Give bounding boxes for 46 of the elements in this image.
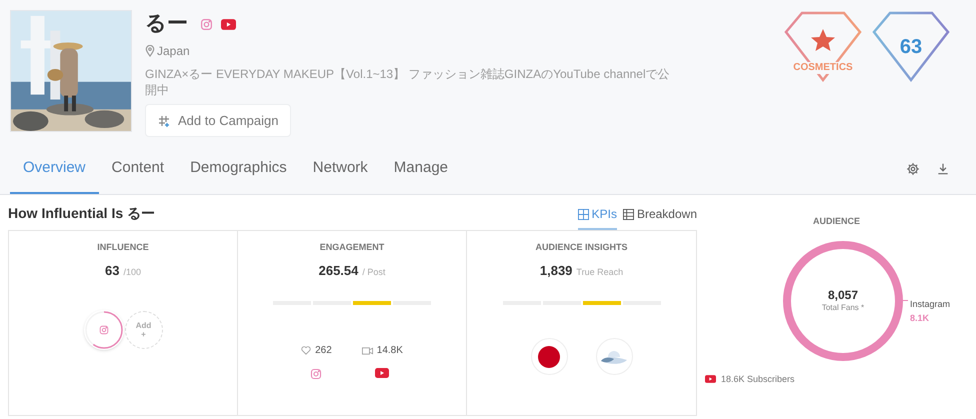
score-unit: /100 bbox=[123, 266, 141, 278]
grid-icon bbox=[578, 208, 589, 220]
nav-tab[interactable]: Manage bbox=[380, 144, 462, 194]
view-toggle[interactable]: KPIs bbox=[578, 205, 617, 230]
total-fans-label: Total Fans * bbox=[822, 302, 864, 314]
card-title: INFLUENCE bbox=[97, 241, 149, 254]
nav-tab[interactable]: Demographics bbox=[177, 144, 300, 194]
subscribers-count: 18.6K Subscribers bbox=[721, 372, 795, 386]
stat-value: 262 bbox=[315, 344, 332, 358]
badge-label: COSMETICS bbox=[791, 62, 855, 74]
youtube-icon bbox=[221, 18, 236, 30]
nav-tab[interactable]: Content bbox=[98, 144, 178, 194]
card-title: AUDIENCE bbox=[812, 215, 860, 228]
hashtag-plus-icon bbox=[158, 114, 170, 126]
section-title: How Influential Is るー bbox=[8, 204, 156, 223]
stat-value: 14.8K bbox=[376, 344, 403, 358]
value-unit: True Reach bbox=[576, 266, 624, 278]
score-value: 63 bbox=[898, 35, 924, 60]
reach-value: 1,839 bbox=[540, 262, 572, 280]
card-title: ENGAGEMENT bbox=[320, 241, 384, 254]
japan-flag-icon bbox=[538, 346, 560, 368]
youtube-icon bbox=[375, 368, 390, 378]
view-toggle[interactable]: Breakdown bbox=[622, 205, 697, 230]
bio-text: GINZA×るー EVERYDAY MAKEUP【Vol.1~13】 ファッション雑誌GINZAのYouTube channelで公開中 bbox=[145, 66, 670, 98]
instagram-icon bbox=[310, 368, 322, 380]
influence-score: 63 bbox=[105, 262, 120, 280]
instagram-icon bbox=[200, 18, 213, 30]
platform-fans: 8.1K bbox=[910, 312, 930, 324]
profile-name: るー bbox=[145, 11, 188, 37]
nav-tab[interactable]: Network bbox=[300, 144, 381, 194]
video-camera-icon bbox=[362, 346, 373, 354]
youtube-icon bbox=[705, 375, 716, 384]
value-unit: / Post bbox=[362, 266, 386, 278]
platform-label: Instagram bbox=[910, 298, 950, 311]
nav-tab[interactable]: Overview bbox=[10, 144, 99, 194]
instagram-icon bbox=[98, 325, 108, 335]
table-icon bbox=[622, 208, 634, 220]
add-to-campaign-button[interactable]: Add to Campaign bbox=[145, 104, 292, 137]
total-fans-value: 8,057 bbox=[828, 288, 858, 302]
download-icon[interactable] bbox=[936, 162, 950, 176]
location-pin-icon bbox=[145, 45, 155, 57]
location-text: Japan bbox=[157, 43, 190, 60]
settings-icon[interactable] bbox=[906, 162, 920, 176]
card-title: AUDIENCE INSIGHTS bbox=[535, 241, 628, 254]
engagement-value: 265.54 bbox=[318, 262, 358, 280]
heart-icon bbox=[301, 346, 312, 355]
